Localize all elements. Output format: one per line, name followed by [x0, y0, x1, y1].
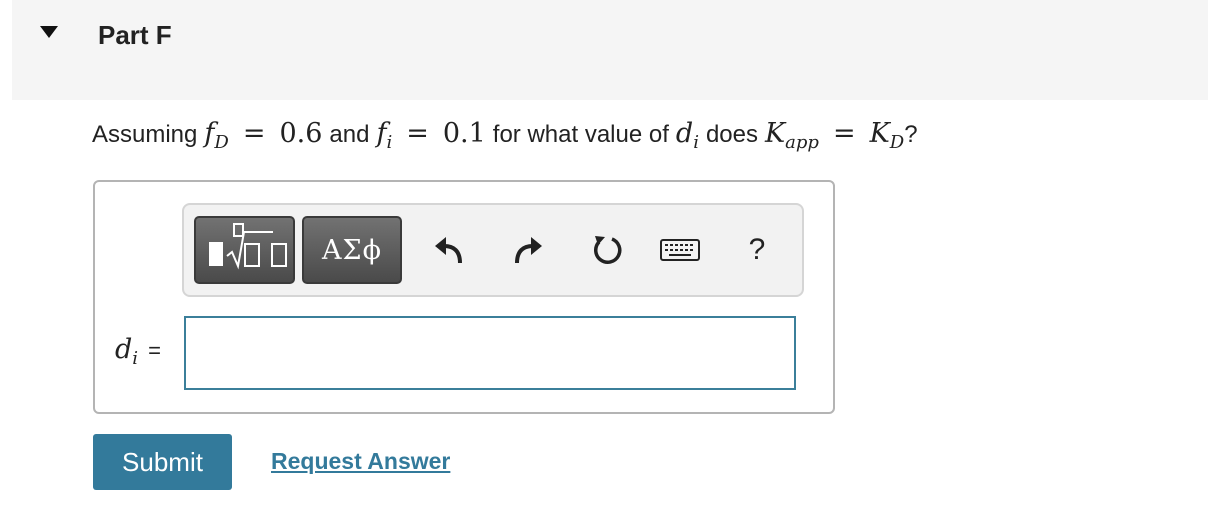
templates-button[interactable]	[194, 216, 295, 284]
math-fD: fD = 0.6	[204, 118, 322, 153]
answer-var: di	[115, 334, 138, 369]
math-eq: =	[832, 118, 856, 149]
request-answer-link[interactable]: Request Answer	[271, 448, 450, 475]
undo-icon	[435, 237, 462, 264]
question-suffix: ?	[904, 121, 918, 148]
math-sub-D: D	[889, 132, 905, 153]
reset-button[interactable]	[587, 227, 627, 273]
math-sub-i: i	[693, 132, 699, 153]
math-sub-D: D	[214, 132, 229, 153]
math-sub-app: app	[785, 132, 819, 153]
question-and: and	[329, 121, 370, 148]
undo-button[interactable]	[429, 227, 469, 273]
math-Kapp-eq-KD: Kapp = KD	[765, 118, 904, 153]
keyboard-button[interactable]	[660, 227, 700, 273]
answer-box: ΑΣϕ ? di =	[93, 180, 835, 414]
answer-var-d: d	[115, 334, 133, 365]
part-header[interactable]: Part F	[12, 0, 1208, 100]
answer-var-sub: i	[132, 348, 139, 369]
math-d: d	[675, 118, 694, 149]
question-does: does	[705, 121, 758, 148]
greek-symbols-button[interactable]: ΑΣϕ	[302, 216, 402, 284]
part-title: Part F	[98, 20, 172, 50]
reset-icon	[594, 236, 622, 264]
keyboard-icon	[660, 239, 700, 261]
question-prefix: Assuming	[92, 121, 198, 148]
math-eq: =	[406, 118, 429, 149]
math-val-fD: 0.6	[279, 118, 323, 149]
math-K: K	[765, 118, 786, 149]
answer-variable-label: di =	[115, 334, 161, 369]
collapse-toggle-icon[interactable]	[40, 26, 58, 38]
redo-button[interactable]	[508, 227, 548, 273]
template-sqrt-icon	[209, 223, 287, 270]
math-sub-i: i	[386, 132, 393, 153]
math-f: f	[376, 118, 387, 149]
math-K: K	[869, 118, 890, 149]
math-eq: =	[242, 118, 266, 149]
math-val-fi: 0.1	[442, 118, 486, 149]
math-fi: fi = 0.1	[376, 118, 485, 153]
math-di: di	[676, 118, 699, 153]
math-toolbar: ΑΣϕ ?	[182, 203, 804, 297]
submit-button[interactable]: Submit	[93, 434, 232, 490]
redo-icon	[515, 237, 542, 264]
question-text: Assuming fD = 0.6 and fi = 0.1 for what valu…	[92, 118, 918, 153]
question-middle: for what value of	[492, 121, 669, 148]
answer-input[interactable]	[184, 316, 796, 390]
help-button[interactable]: ?	[737, 227, 777, 273]
answer-equals: =	[148, 338, 161, 363]
math-f: f	[204, 118, 215, 149]
